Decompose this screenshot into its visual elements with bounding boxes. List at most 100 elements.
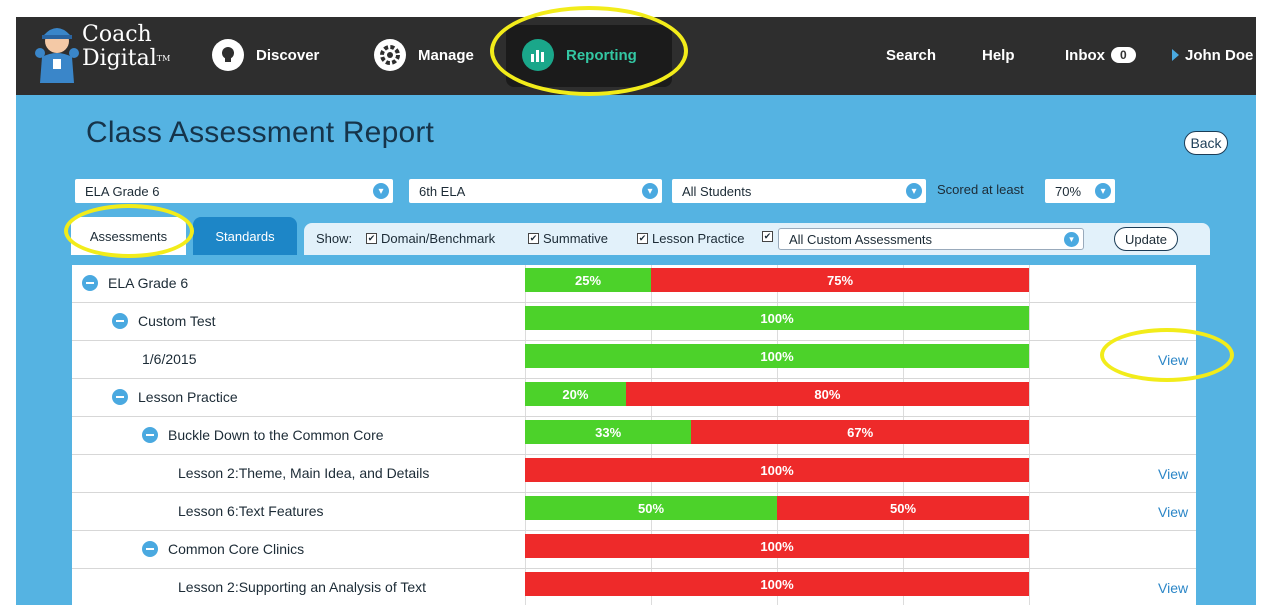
page-title: Class Assessment Report bbox=[86, 116, 435, 149]
row-label: Lesson 2:Theme, Main Idea, and Details bbox=[178, 465, 429, 481]
bar-segment-failing: 75% bbox=[651, 268, 1029, 292]
collapse-minus-icon[interactable] bbox=[112, 313, 128, 329]
score-bar: 50% 50% bbox=[525, 496, 1029, 520]
score-bar: 100% bbox=[525, 458, 1029, 482]
checkbox-checked-icon: ✔ bbox=[637, 233, 648, 244]
logo-text[interactable]: Coach DigitalTM bbox=[82, 23, 170, 71]
collapse-minus-icon[interactable] bbox=[112, 389, 128, 405]
nav-manage-label: Manage bbox=[418, 46, 474, 64]
collapse-minus-icon[interactable] bbox=[142, 427, 158, 443]
row-label-text: Lesson 2:Theme, Main Idea, and Details bbox=[178, 465, 430, 481]
nav-discover-label: Discover bbox=[256, 46, 320, 64]
bar-segment-passing: 25% bbox=[525, 268, 651, 292]
logo-line-1: Coach bbox=[82, 22, 152, 47]
gear-icon bbox=[374, 39, 406, 71]
score-bar: 20% 80% bbox=[525, 382, 1029, 406]
score-threshold-value: 70% bbox=[1055, 183, 1082, 199]
table-row: Lesson 6:Text Features 50% 50% View bbox=[72, 493, 1196, 531]
caret-right-icon bbox=[1172, 49, 1179, 61]
class-select[interactable]: 6th ELA ▾ bbox=[409, 179, 662, 203]
row-label: ELA Grade 6 bbox=[82, 275, 188, 291]
nav-help[interactable]: Help bbox=[982, 37, 1015, 73]
table-row: Buckle Down to the Common Core 33% 67% bbox=[72, 417, 1196, 455]
row-label: Common Core Clinics bbox=[142, 541, 304, 557]
highlight-oval-view bbox=[1100, 328, 1234, 382]
back-button[interactable]: Back bbox=[1184, 131, 1228, 155]
row-label: Buckle Down to the Common Core bbox=[142, 427, 384, 443]
checkbox-checked-icon: ✔ bbox=[762, 231, 773, 242]
table-row: Lesson 2:Theme, Main Idea, and Details 10… bbox=[72, 455, 1196, 493]
score-bar: 100% bbox=[525, 572, 1029, 596]
domain-benchmark-checkbox[interactable]: ✔ Domain/Benchmark bbox=[366, 231, 495, 246]
row-label-text: ELA Grade 6 bbox=[108, 275, 189, 291]
bar-segment-failing: 100% bbox=[525, 572, 1029, 596]
chevron-down-icon: ▾ bbox=[373, 183, 389, 199]
row-label: 1/6/2015 bbox=[142, 351, 197, 367]
bar-segment-failing: 80% bbox=[625, 382, 1029, 406]
show-filter-bar: Show: ✔ Domain/Benchmark ✔ Summative ✔ L… bbox=[304, 223, 1210, 255]
collapse-minus-icon[interactable] bbox=[82, 275, 98, 291]
nav-inbox[interactable]: Inbox 0 bbox=[1065, 37, 1136, 73]
user-menu[interactable]: John Doe bbox=[1172, 37, 1253, 73]
table-row: Common Core Clinics 100% bbox=[72, 531, 1196, 569]
row-label: Lesson 6:Text Features bbox=[178, 503, 324, 519]
trademark: TM bbox=[156, 54, 171, 63]
bar-segment-passing: 20% bbox=[525, 382, 626, 406]
table-row: Custom Test 100% bbox=[72, 303, 1196, 341]
lesson-practice-checkbox[interactable]: ✔ Lesson Practice bbox=[637, 231, 745, 246]
row-label-text: Lesson 6:Text Features bbox=[178, 503, 324, 519]
course-select-value: ELA Grade 6 bbox=[85, 183, 160, 199]
custom-assessments-select[interactable]: All Custom Assessments ▾ bbox=[778, 228, 1084, 250]
view-link[interactable]: View bbox=[1158, 580, 1188, 596]
logo-line-2: DigitalTM bbox=[82, 47, 170, 71]
view-link[interactable]: View bbox=[1158, 504, 1188, 520]
highlight-oval-assessments bbox=[64, 204, 194, 258]
chevron-down-icon: ▾ bbox=[906, 183, 922, 199]
highlight-oval-reporting bbox=[490, 6, 688, 96]
view-link[interactable]: View bbox=[1158, 466, 1188, 482]
row-label: Lesson Practice bbox=[112, 389, 238, 405]
table-row: ELA Grade 6 25% 75% bbox=[72, 265, 1196, 303]
nav-inbox-label: Inbox bbox=[1065, 46, 1105, 64]
logo-line-2-text: Digital bbox=[82, 46, 157, 71]
domain-benchmark-label: Domain/Benchmark bbox=[381, 231, 496, 246]
summative-label: Summative bbox=[543, 231, 609, 246]
nav-manage[interactable]: Manage bbox=[374, 37, 474, 73]
score-threshold-select[interactable]: 70% ▾ bbox=[1045, 179, 1115, 203]
show-label: Show: bbox=[316, 231, 353, 246]
coach-mascot-logo[interactable] bbox=[34, 23, 80, 85]
summative-checkbox[interactable]: ✔ Summative bbox=[528, 231, 608, 246]
row-label-text: Common Core Clinics bbox=[168, 541, 305, 557]
lesson-practice-label: Lesson Practice bbox=[652, 231, 745, 246]
tab-standards[interactable]: Standards bbox=[193, 217, 297, 255]
user-name: John Doe bbox=[1185, 46, 1254, 64]
students-select[interactable]: All Students ▾ bbox=[672, 179, 926, 203]
row-label-text: Lesson 2:Supporting an Analysis of Text bbox=[178, 579, 427, 595]
update-button[interactable]: Update bbox=[1114, 227, 1178, 251]
row-label: Custom Test bbox=[112, 313, 216, 329]
results-table: ELA Grade 6 25% 75% Custom Test 100% 1/6/2015… bbox=[72, 265, 1196, 605]
students-select-value: All Students bbox=[682, 183, 752, 199]
chevron-down-icon: ▾ bbox=[1095, 183, 1111, 199]
chevron-down-icon: ▾ bbox=[642, 183, 658, 199]
table-row: 1/6/2015 100% View bbox=[72, 341, 1196, 379]
row-label-text: 1/6/2015 bbox=[142, 351, 197, 367]
nav-discover[interactable]: Discover bbox=[212, 37, 319, 73]
nav-search-label: Search bbox=[886, 46, 937, 64]
course-select[interactable]: ELA Grade 6 ▾ bbox=[75, 179, 393, 203]
score-bar: 25% 75% bbox=[525, 268, 1029, 292]
collapse-minus-icon[interactable] bbox=[142, 541, 158, 557]
lightbulb-icon bbox=[212, 39, 244, 71]
class-select-value: 6th ELA bbox=[419, 183, 466, 199]
nav-search[interactable]: Search bbox=[886, 37, 936, 73]
custom-assessments-checkbox[interactable]: ✔ bbox=[762, 231, 777, 242]
bar-segment-failing: 100% bbox=[525, 534, 1029, 558]
table-row: Lesson 2:Supporting an Analysis of Text 1… bbox=[72, 569, 1196, 605]
bar-segment-passing: 50% bbox=[525, 496, 777, 520]
scored-at-least-label: Scored at least bbox=[937, 182, 1024, 197]
bar-segment-failing: 67% bbox=[691, 420, 1029, 444]
row-label-text: Buckle Down to the Common Core bbox=[168, 427, 384, 443]
bar-segment-failing: 100% bbox=[525, 458, 1029, 482]
inbox-count-badge: 0 bbox=[1111, 47, 1136, 63]
nav-help-label: Help bbox=[982, 46, 1015, 64]
